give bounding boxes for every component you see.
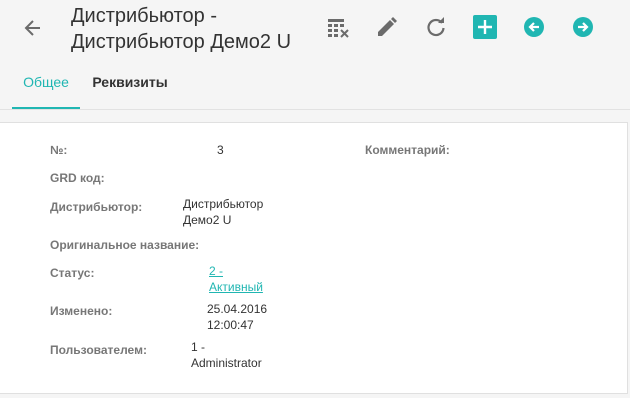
tab-general[interactable]: Общее	[12, 56, 80, 109]
distributor-label: Дистрибьютор:	[50, 200, 143, 214]
pencil-icon[interactable]	[375, 15, 399, 39]
user-value-line2: Administrator	[191, 356, 262, 370]
user-value-line1: 1 -	[191, 340, 206, 354]
comment-label: Комментарий:	[365, 143, 450, 157]
distributor-value-line1: Дистрибьютор	[183, 197, 264, 211]
page: Дистрибьютор - Дистрибьютор Демо2 U Обще…	[0, 0, 630, 398]
user-value: 1 - Administrator	[191, 339, 262, 371]
changed-time: 12:00:47	[207, 318, 254, 332]
page-title-line2: Дистрибьютор Демо2 U	[71, 31, 292, 53]
status-label: Статус:	[50, 266, 95, 280]
plus-icon	[478, 20, 492, 34]
back-arrow-icon[interactable]	[22, 17, 44, 39]
page-title: Дистрибьютор - Дистрибьютор Демо2 U	[71, 3, 321, 55]
tab-requisites[interactable]: Реквизиты	[86, 56, 174, 109]
arrow-left-circle-icon[interactable]	[522, 15, 546, 39]
changed-value: 25.04.2016 12:00:47	[207, 301, 267, 333]
distributor-value-line2: Демо2 U	[183, 213, 232, 227]
number-value: 3	[217, 142, 224, 158]
user-label: Пользователем:	[50, 343, 147, 357]
header: Дистрибьютор - Дистрибьютор Демо2 U	[0, 0, 630, 55]
grd-code-label: GRD код:	[50, 171, 105, 185]
details-card: №: 3 Комментарий: GRD код: Дистрибьютор:…	[0, 122, 628, 394]
original-name-label: Оригинальное название:	[50, 238, 200, 252]
changed-date: 25.04.2016	[207, 302, 268, 316]
tab-bar: Общее Реквизиты	[0, 56, 630, 110]
refresh-icon[interactable]	[424, 15, 448, 39]
add-button[interactable]	[473, 15, 497, 39]
number-label: №:	[50, 143, 68, 157]
status-link-line2[interactable]: Активный	[209, 279, 263, 295]
changed-label: Изменено:	[50, 304, 113, 318]
arrow-right-circle-icon[interactable]	[571, 15, 595, 39]
status-link[interactable]: 2 - Активный	[209, 263, 263, 295]
table-columns-icon[interactable]	[326, 15, 350, 39]
status-link-line1[interactable]: 2 -	[209, 263, 263, 279]
page-title-line1: Дистрибьютор -	[71, 5, 218, 27]
number-value-text: 3	[217, 143, 224, 157]
distributor-value: Дистрибьютор Демо2 U	[183, 196, 263, 228]
